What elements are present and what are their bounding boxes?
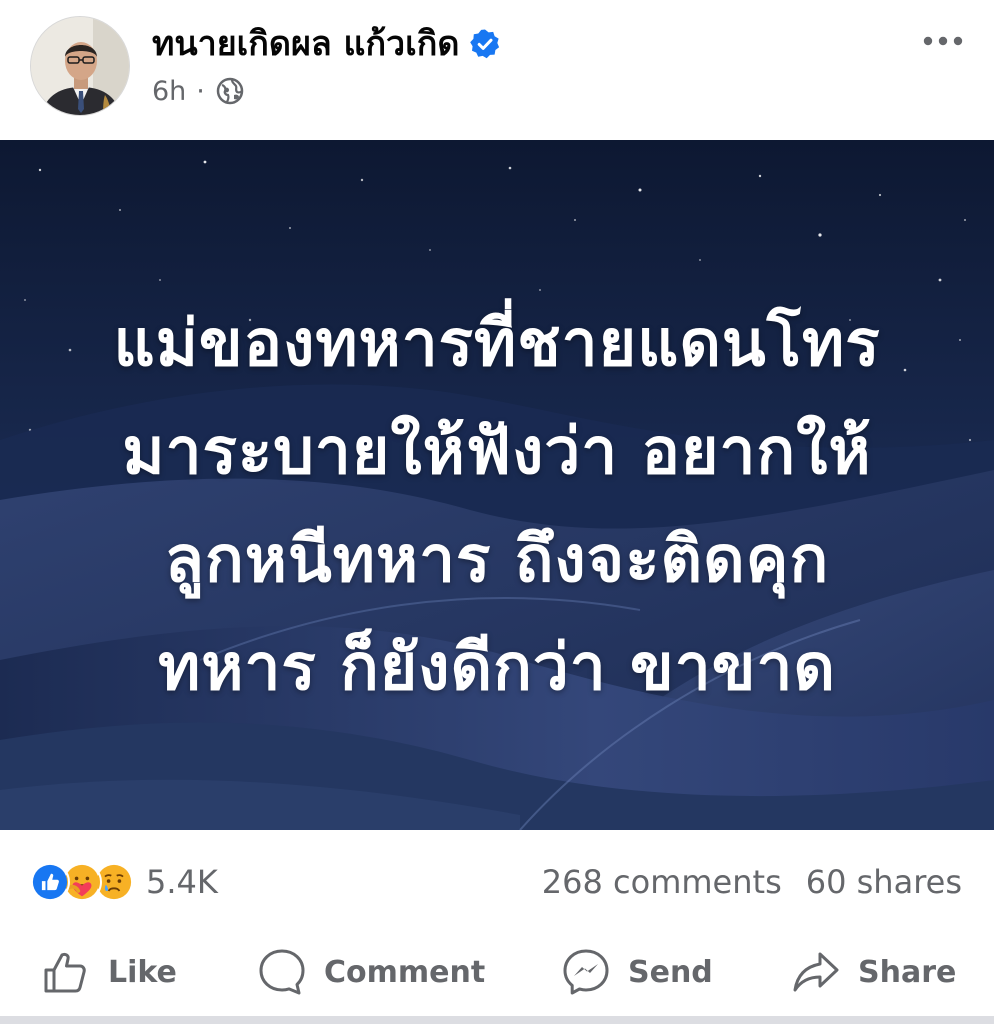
avatar[interactable] — [30, 16, 130, 116]
author-row: ทนายเกิดผล แก้วเกิด — [152, 20, 501, 68]
image-text-line: ทหาร ก็ยังดีกว่า ขาขาด — [158, 631, 836, 705]
author-name[interactable]: ทนายเกิดผล แก้วเกิด — [152, 20, 459, 68]
image-text-line: มาระบายให้ฟังว่า อยากให้ — [122, 415, 872, 489]
post-stats: 5.4K 268 comments 60 shares — [0, 830, 994, 930]
like-icon — [30, 862, 70, 902]
send-label: Send — [628, 954, 713, 990]
post-actions: Like Comment Send Share — [0, 930, 994, 1014]
send-button[interactable]: Send — [560, 942, 713, 1002]
post-divider — [0, 1016, 994, 1024]
post-image[interactable]: แม่ของทหารที่ชายแดนโทร มาระบายให้ฟังว่า … — [0, 140, 994, 830]
image-text-line: แม่ของทหารที่ชายแดนโทร — [113, 307, 881, 381]
comment-button[interactable]: Comment — [256, 942, 485, 1002]
share-arrow-icon — [793, 952, 839, 992]
image-text-line: ลูกหนีทหาร ถึงจะติดคุก — [164, 523, 830, 597]
reaction-count: 5.4K — [146, 863, 218, 901]
comment-label: Comment — [324, 954, 486, 990]
verified-badge-icon — [470, 29, 500, 59]
more-options-icon[interactable] — [920, 26, 966, 56]
reactions-summary[interactable]: 5.4K — [30, 860, 218, 904]
post-header: ทนายเกิดผล แก้วเกิด 6h · — [0, 0, 994, 140]
share-button[interactable]: Share — [790, 942, 956, 1002]
globe-icon — [216, 77, 244, 105]
like-label: Like — [108, 954, 177, 990]
avatar-photo — [31, 17, 129, 115]
meta-separator: · — [196, 75, 205, 107]
post-image-text: แม่ของทหารที่ชายแดนโทร มาระบายให้ฟังว่า … — [60, 290, 934, 722]
post-time[interactable]: 6h — [152, 76, 186, 107]
shares-count[interactable]: 60 shares — [806, 863, 962, 901]
messenger-icon — [563, 949, 609, 995]
like-button[interactable]: Like — [40, 942, 177, 1002]
comment-bubble-icon — [259, 949, 305, 995]
engagement-counts: 268 comments 60 shares — [542, 860, 962, 904]
facebook-post: ทนายเกิดผล แก้วเกิด 6h · แม่ของทหารที่ชา… — [0, 0, 994, 1024]
share-label: Share — [858, 954, 957, 990]
comments-count[interactable]: 268 comments — [542, 863, 782, 901]
post-meta: 6h · — [152, 72, 245, 110]
thumbs-up-icon — [44, 952, 86, 993]
